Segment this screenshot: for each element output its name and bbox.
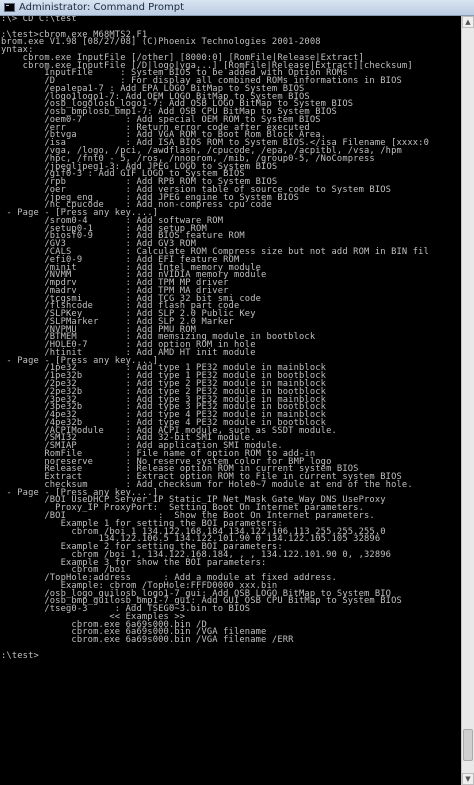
command-prompt-window: Administrator: Command Prompt :\> CD C:\… [0, 0, 474, 785]
window-title: Administrator: Command Prompt [19, 2, 184, 13]
console-line: brom.exe V1.98 [08/27/08] (C)Phoenix Tec… [1, 37, 321, 48]
console-app-icon[interactable] [4, 3, 15, 12]
scroll-down-arrow-icon[interactable]: ▼ [462, 773, 474, 785]
scroll-up-arrow-icon[interactable]: ▲ [462, 16, 474, 28]
console-text: :\> CD C:\test:\test>cbrom.exe M68MTS2.F… [0, 16, 462, 661]
console-line: :\> CD C:\test [1, 16, 77, 24]
scroll-thumb[interactable] [463, 729, 473, 761]
vertical-scrollbar[interactable]: ▲ ▼ [461, 16, 474, 785]
title-bar[interactable]: Administrator: Command Prompt [0, 0, 474, 16]
console-output-area[interactable]: :\> CD C:\test:\test>cbrom.exe M68MTS2.F… [0, 16, 462, 785]
console-line: cbrom.exe 6a69s000.bin /VGA filename /ER… [1, 635, 294, 646]
console-line: :\test> [1, 650, 39, 661]
